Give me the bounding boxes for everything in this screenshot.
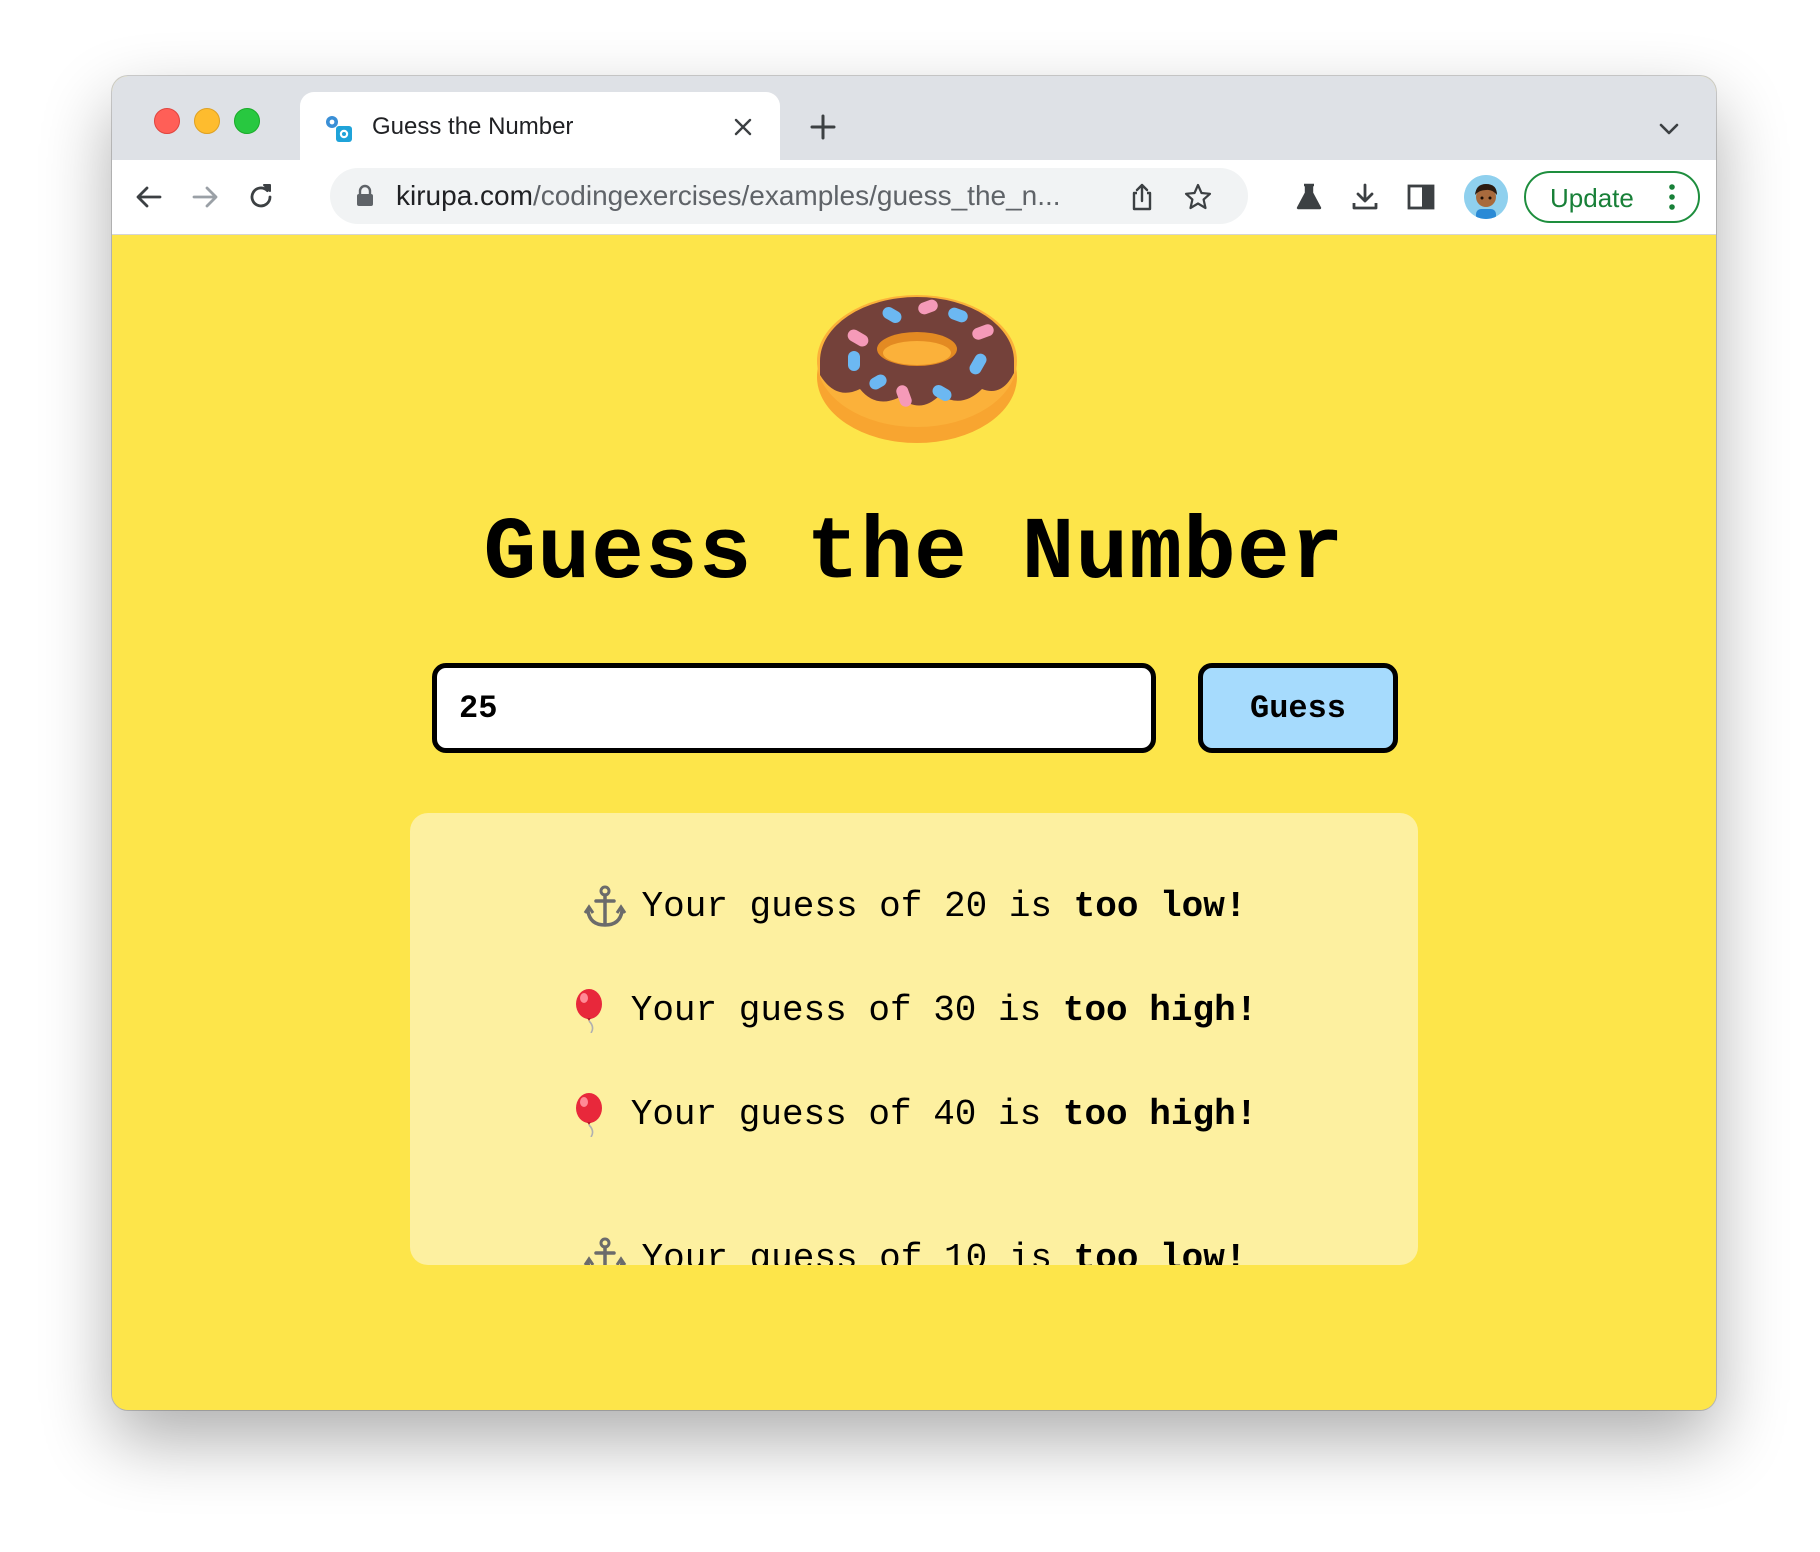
history-mid: is (998, 1094, 1042, 1135)
chevron-down-icon[interactable] (1656, 116, 1682, 142)
reload-icon[interactable] (244, 180, 278, 214)
history-prefix: Your guess of (630, 1094, 912, 1135)
history-prefix: Your guess of (630, 990, 912, 1031)
guess-history-list[interactable]: Your guess of 20 is too low! Your guess … (410, 813, 1418, 1265)
list-item: Your guess of 10 is too low! (410, 1237, 1418, 1265)
history-prefix: Your guess of (641, 886, 923, 927)
history-mid: is (1008, 1238, 1053, 1265)
close-tab-icon[interactable] (730, 114, 756, 140)
profile-avatar-icon (1464, 175, 1508, 219)
back-arrow-icon[interactable] (132, 180, 166, 214)
download-icon[interactable] (1348, 180, 1382, 214)
side-panel-icon[interactable] (1404, 180, 1438, 214)
guess-button[interactable]: Guess (1198, 663, 1398, 753)
forward-arrow-icon[interactable] (188, 180, 222, 214)
window-close-button[interactable] (154, 108, 180, 134)
kirupa-favicon-icon (326, 116, 352, 142)
history-number: 40 (933, 1094, 977, 1135)
tab-title: Guess the Number (372, 113, 574, 140)
anchor-icon (583, 1237, 626, 1265)
url-path: /codingexercises/examples/guess_the_n... (532, 180, 1061, 211)
history-verdict: too low! (1073, 1238, 1247, 1265)
more-vertical-icon[interactable] (1666, 183, 1678, 211)
history-number: 10 (943, 1238, 988, 1265)
tab-strip: Guess the Number (112, 76, 1716, 160)
history-number: 20 (943, 886, 988, 927)
window-maximize-button[interactable] (234, 108, 260, 134)
history-prefix: Your guess of (641, 1238, 923, 1265)
url-text[interactable]: kirupa.com/codingexercises/examples/gues… (396, 181, 1061, 211)
history-verdict: too high! (1062, 1094, 1258, 1135)
history-number: 30 (933, 990, 977, 1031)
share-icon[interactable] (1126, 181, 1158, 213)
balloon-icon (575, 1093, 602, 1137)
window-minimize-button[interactable] (194, 108, 220, 134)
page-content: Guess the Number Guess Your guess of 20 … (112, 235, 1716, 1410)
history-mid: is (998, 990, 1042, 1031)
update-button[interactable]: Update (1524, 171, 1700, 223)
list-item: Your guess of 30 is too high! (410, 989, 1418, 1033)
page-title: Guess the Number (483, 505, 1345, 604)
lock-icon[interactable] (354, 184, 376, 208)
history-verdict: too low! (1073, 886, 1247, 927)
url-host: kirupa.com (396, 180, 533, 211)
update-button-label: Update (1550, 183, 1634, 213)
browser-toolbar: kirupa.com/codingexercises/examples/gues… (112, 160, 1716, 235)
tab-guess-the-number[interactable]: Guess the Number (300, 92, 780, 160)
donut-icon (817, 295, 1017, 443)
history-mid: is (1008, 886, 1053, 927)
labs-flask-icon[interactable] (1292, 180, 1326, 214)
bookmark-star-icon[interactable] (1182, 181, 1214, 213)
balloon-icon (575, 989, 602, 1033)
guess-input[interactable] (432, 663, 1156, 753)
list-item: Your guess of 20 is too low! (410, 885, 1418, 929)
address-bar[interactable]: kirupa.com/codingexercises/examples/gues… (330, 168, 1248, 224)
profile-avatar[interactable] (1464, 175, 1508, 219)
anchor-icon (583, 885, 626, 927)
history-verdict: too high! (1062, 990, 1258, 1031)
browser-window: Guess the Number kirupa.com/codingexerci… (112, 76, 1716, 1410)
list-item: Your guess of 40 is too high! (410, 1093, 1418, 1137)
new-tab-icon[interactable] (808, 112, 838, 142)
